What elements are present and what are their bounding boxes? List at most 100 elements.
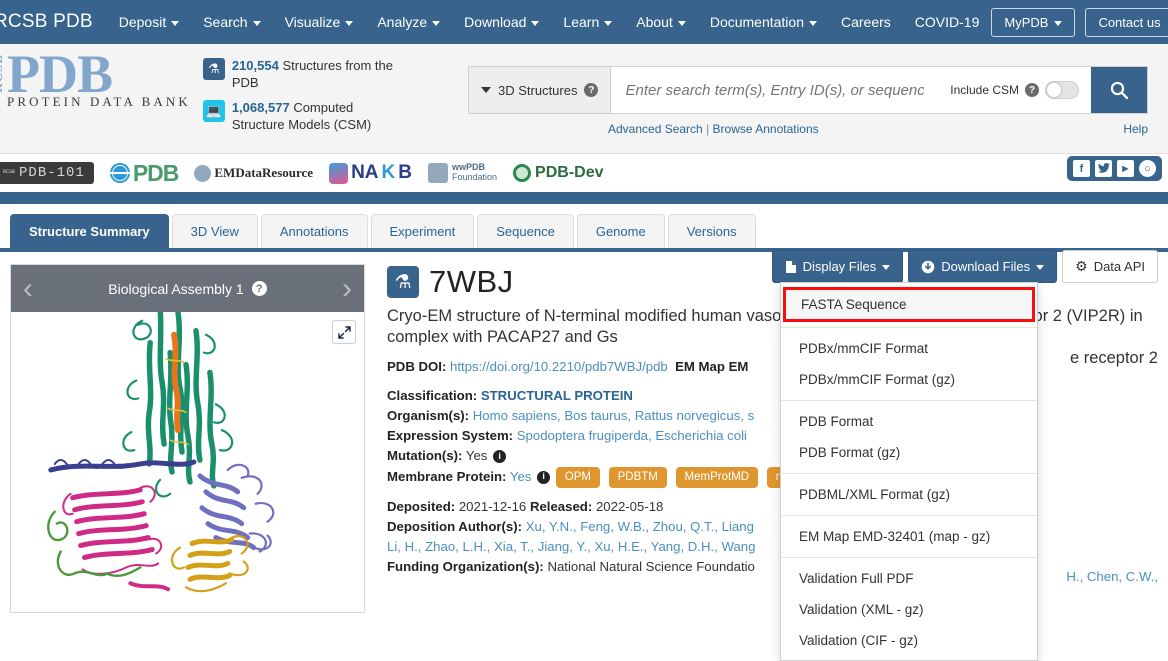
classification-value[interactable]: STRUCTURAL PROTEIN: [481, 388, 633, 403]
menu-item-pdbx-mmcif[interactable]: PDBx/mmCIF Format: [781, 333, 1037, 364]
pdb-101-tiny-label: RCSB: [3, 169, 16, 176]
chevron-down-icon: [432, 20, 441, 26]
help-icon[interactable]: ?: [584, 83, 599, 97]
expand-icon[interactable]: [332, 320, 356, 344]
menu-item-validation-xml-gz[interactable]: Validation (XML - gz): [781, 594, 1037, 625]
status-badge-memprotmd[interactable]: MemProtMD: [675, 466, 759, 488]
tab-label: Genome: [595, 224, 646, 239]
search-input[interactable]: [611, 67, 939, 113]
menu-item-pdb-format-gz[interactable]: PDB Format (gz): [781, 437, 1037, 468]
tab-genome[interactable]: Genome: [576, 214, 665, 248]
help-icon[interactable]: ?: [1025, 83, 1039, 97]
nav-item-visualize[interactable]: Visualize: [273, 8, 366, 36]
wwpdb-logo[interactable]: PDB: [109, 159, 180, 187]
menu-item-validation-full-pdf[interactable]: Validation Full PDF: [781, 563, 1037, 594]
download-files-button[interactable]: Download Files: [908, 250, 1058, 283]
menu-item-pdb-format[interactable]: PDB Format: [781, 406, 1037, 437]
menu-divider: [781, 400, 1037, 401]
download-files-dropdown-menu: FASTA Sequence PDBx/mmCIF Format PDBx/mm…: [780, 282, 1038, 661]
deposited-label: Deposited:: [387, 499, 456, 514]
foundation-line2: Foundation: [452, 172, 498, 182]
document-icon: [785, 260, 796, 273]
help-link[interactable]: Help: [1123, 122, 1148, 136]
nav-item-analyze[interactable]: Analyze: [365, 8, 452, 36]
browse-annotations-link[interactable]: Browse Annotations: [713, 122, 819, 136]
assembly-next-arrow[interactable]: ›: [342, 273, 352, 304]
include-csm-label: Include CSM: [950, 83, 1019, 97]
biological-assembly-panel: ‹ Biological Assembly 1 ? ›: [10, 264, 365, 613]
tab-label: Sequence: [496, 224, 555, 239]
info-icon[interactable]: i: [537, 470, 551, 484]
status-badge-pdbtm[interactable]: PDBTM: [608, 466, 667, 488]
mypdb-button[interactable]: MyPDB: [991, 7, 1076, 37]
twitter-icon[interactable]: [1095, 160, 1112, 177]
menu-item-pdbx-mmcif-gz[interactable]: PDBx/mmCIF Format (gz): [781, 364, 1037, 395]
tab-annotations[interactable]: Annotations: [260, 214, 368, 248]
rcsb-pdb-logo[interactable]: RCSB PDB PROTEIN DATA BANK: [0, 44, 191, 110]
organism-label: Organism(s):: [387, 408, 470, 424]
partner-logo-strip: RCSB PDB-101 PDB EMDataResource NA K B wwP…: [0, 154, 1168, 192]
nav-item-learn[interactable]: Learn: [551, 8, 624, 36]
wwpdb-label: PDB: [132, 159, 180, 186]
github-icon[interactable]: ○: [1139, 160, 1156, 177]
contact-us-button[interactable]: Contact us: [1085, 7, 1168, 37]
menu-item-label: PDBx/mmCIF Format (gz): [799, 372, 956, 387]
pdb-dev-logo[interactable]: PDB-Dev: [513, 164, 604, 182]
flask-icon: ⚗: [202, 58, 225, 80]
site-brand[interactable]: RCSB PDB: [0, 11, 107, 33]
nav-item-search[interactable]: Search: [191, 8, 272, 36]
emdataresource-logo[interactable]: EMDataResource: [194, 164, 313, 182]
search-scope-selector[interactable]: 3D Structures ?: [469, 67, 612, 113]
nav-item-covid19[interactable]: COVID-19: [903, 8, 992, 36]
tab-3d-view[interactable]: 3D View: [171, 214, 258, 248]
menu-item-validation-cif-gz[interactable]: Validation (CIF - gz): [781, 625, 1037, 656]
youtube-icon[interactable]: ►: [1117, 160, 1134, 177]
emdataresource-icon: [194, 164, 212, 182]
membrane-value[interactable]: Yes: [510, 469, 532, 484]
pdb-101-logo[interactable]: RCSB PDB-101: [0, 162, 94, 184]
expression-value[interactable]: Spodoptera frugiperda, Escherichia coli: [517, 428, 747, 443]
menu-item-label: PDBx/mmCIF Format: [799, 341, 929, 356]
mutation-value: Yes: [465, 448, 488, 464]
funding-line: Funding Organization(s): National Natura…: [387, 557, 1158, 577]
authors-value-line2[interactable]: Li, H., Zhao, L.H., Xia, T., Jiang, Y., …: [387, 539, 755, 554]
search-submit-button[interactable]: [1091, 67, 1147, 113]
tab-label: Structure Summary: [29, 224, 150, 239]
facebook-icon[interactable]: f: [1073, 160, 1090, 177]
nav-item-documentation[interactable]: Documentation: [698, 8, 829, 36]
doi-link[interactable]: https://doi.org/10.2210/pdb7WBJ/pdb: [450, 359, 668, 374]
menu-item-em-map[interactable]: EM Map EMD-32401 (map - gz): [781, 521, 1037, 552]
assembly-prev-arrow[interactable]: ‹: [23, 273, 33, 304]
data-api-button[interactable]: ⚙ Data API: [1062, 250, 1158, 283]
menu-item-pdbml-xml-gz[interactable]: PDBML/XML Format (gz): [781, 479, 1037, 510]
nakb-label-k: K: [381, 162, 396, 183]
authors-value-line1[interactable]: Xu, Y.N., Feng, W.B., Zhou, Q.T., Liang: [526, 519, 754, 534]
classification-line: Classification: STRUCTURAL PROTEIN: [387, 386, 1158, 406]
nav-item-careers[interactable]: Careers: [829, 8, 903, 36]
info-icon[interactable]: i: [493, 450, 507, 464]
nav-label: Analyze: [377, 14, 428, 30]
foundation-text: wwPDB Foundation: [452, 162, 498, 183]
nav-label: Visualize: [284, 14, 341, 30]
include-csm-toggle[interactable]: [1045, 81, 1079, 99]
wwpdb-foundation-logo[interactable]: wwPDB Foundation: [428, 162, 498, 183]
tab-experiment[interactable]: Experiment: [370, 214, 475, 248]
help-icon[interactable]: ?: [251, 281, 267, 296]
tab-structure-summary[interactable]: Structure Summary: [10, 214, 169, 248]
assembly-image-container[interactable]: [11, 312, 364, 612]
nav-item-about[interactable]: About: [624, 8, 698, 36]
display-files-button[interactable]: Display Files: [771, 250, 904, 283]
deposited-value: 2021-12-16: [458, 499, 527, 514]
advanced-search-link[interactable]: Advanced Search: [608, 122, 703, 136]
nav-item-download[interactable]: Download: [452, 8, 551, 36]
tab-sequence[interactable]: Sequence: [477, 214, 574, 248]
menu-item-fasta-sequence[interactable]: FASTA Sequence: [783, 287, 1035, 322]
released-label: Released:: [529, 499, 593, 514]
tab-versions[interactable]: Versions: [667, 214, 756, 248]
nakb-logo[interactable]: NA K B: [329, 162, 412, 184]
menu-item-label: PDB Format: [799, 414, 874, 429]
organism-value[interactable]: Homo sapiens, Bos taurus, Rattus norvegi…: [473, 408, 754, 423]
nav-item-deposit[interactable]: Deposit: [107, 8, 191, 36]
header-band: RCSB PDB PROTEIN DATA BANK ⚗ 210,554 Str…: [0, 44, 1168, 154]
status-badge-opm[interactable]: OPM: [555, 466, 600, 488]
